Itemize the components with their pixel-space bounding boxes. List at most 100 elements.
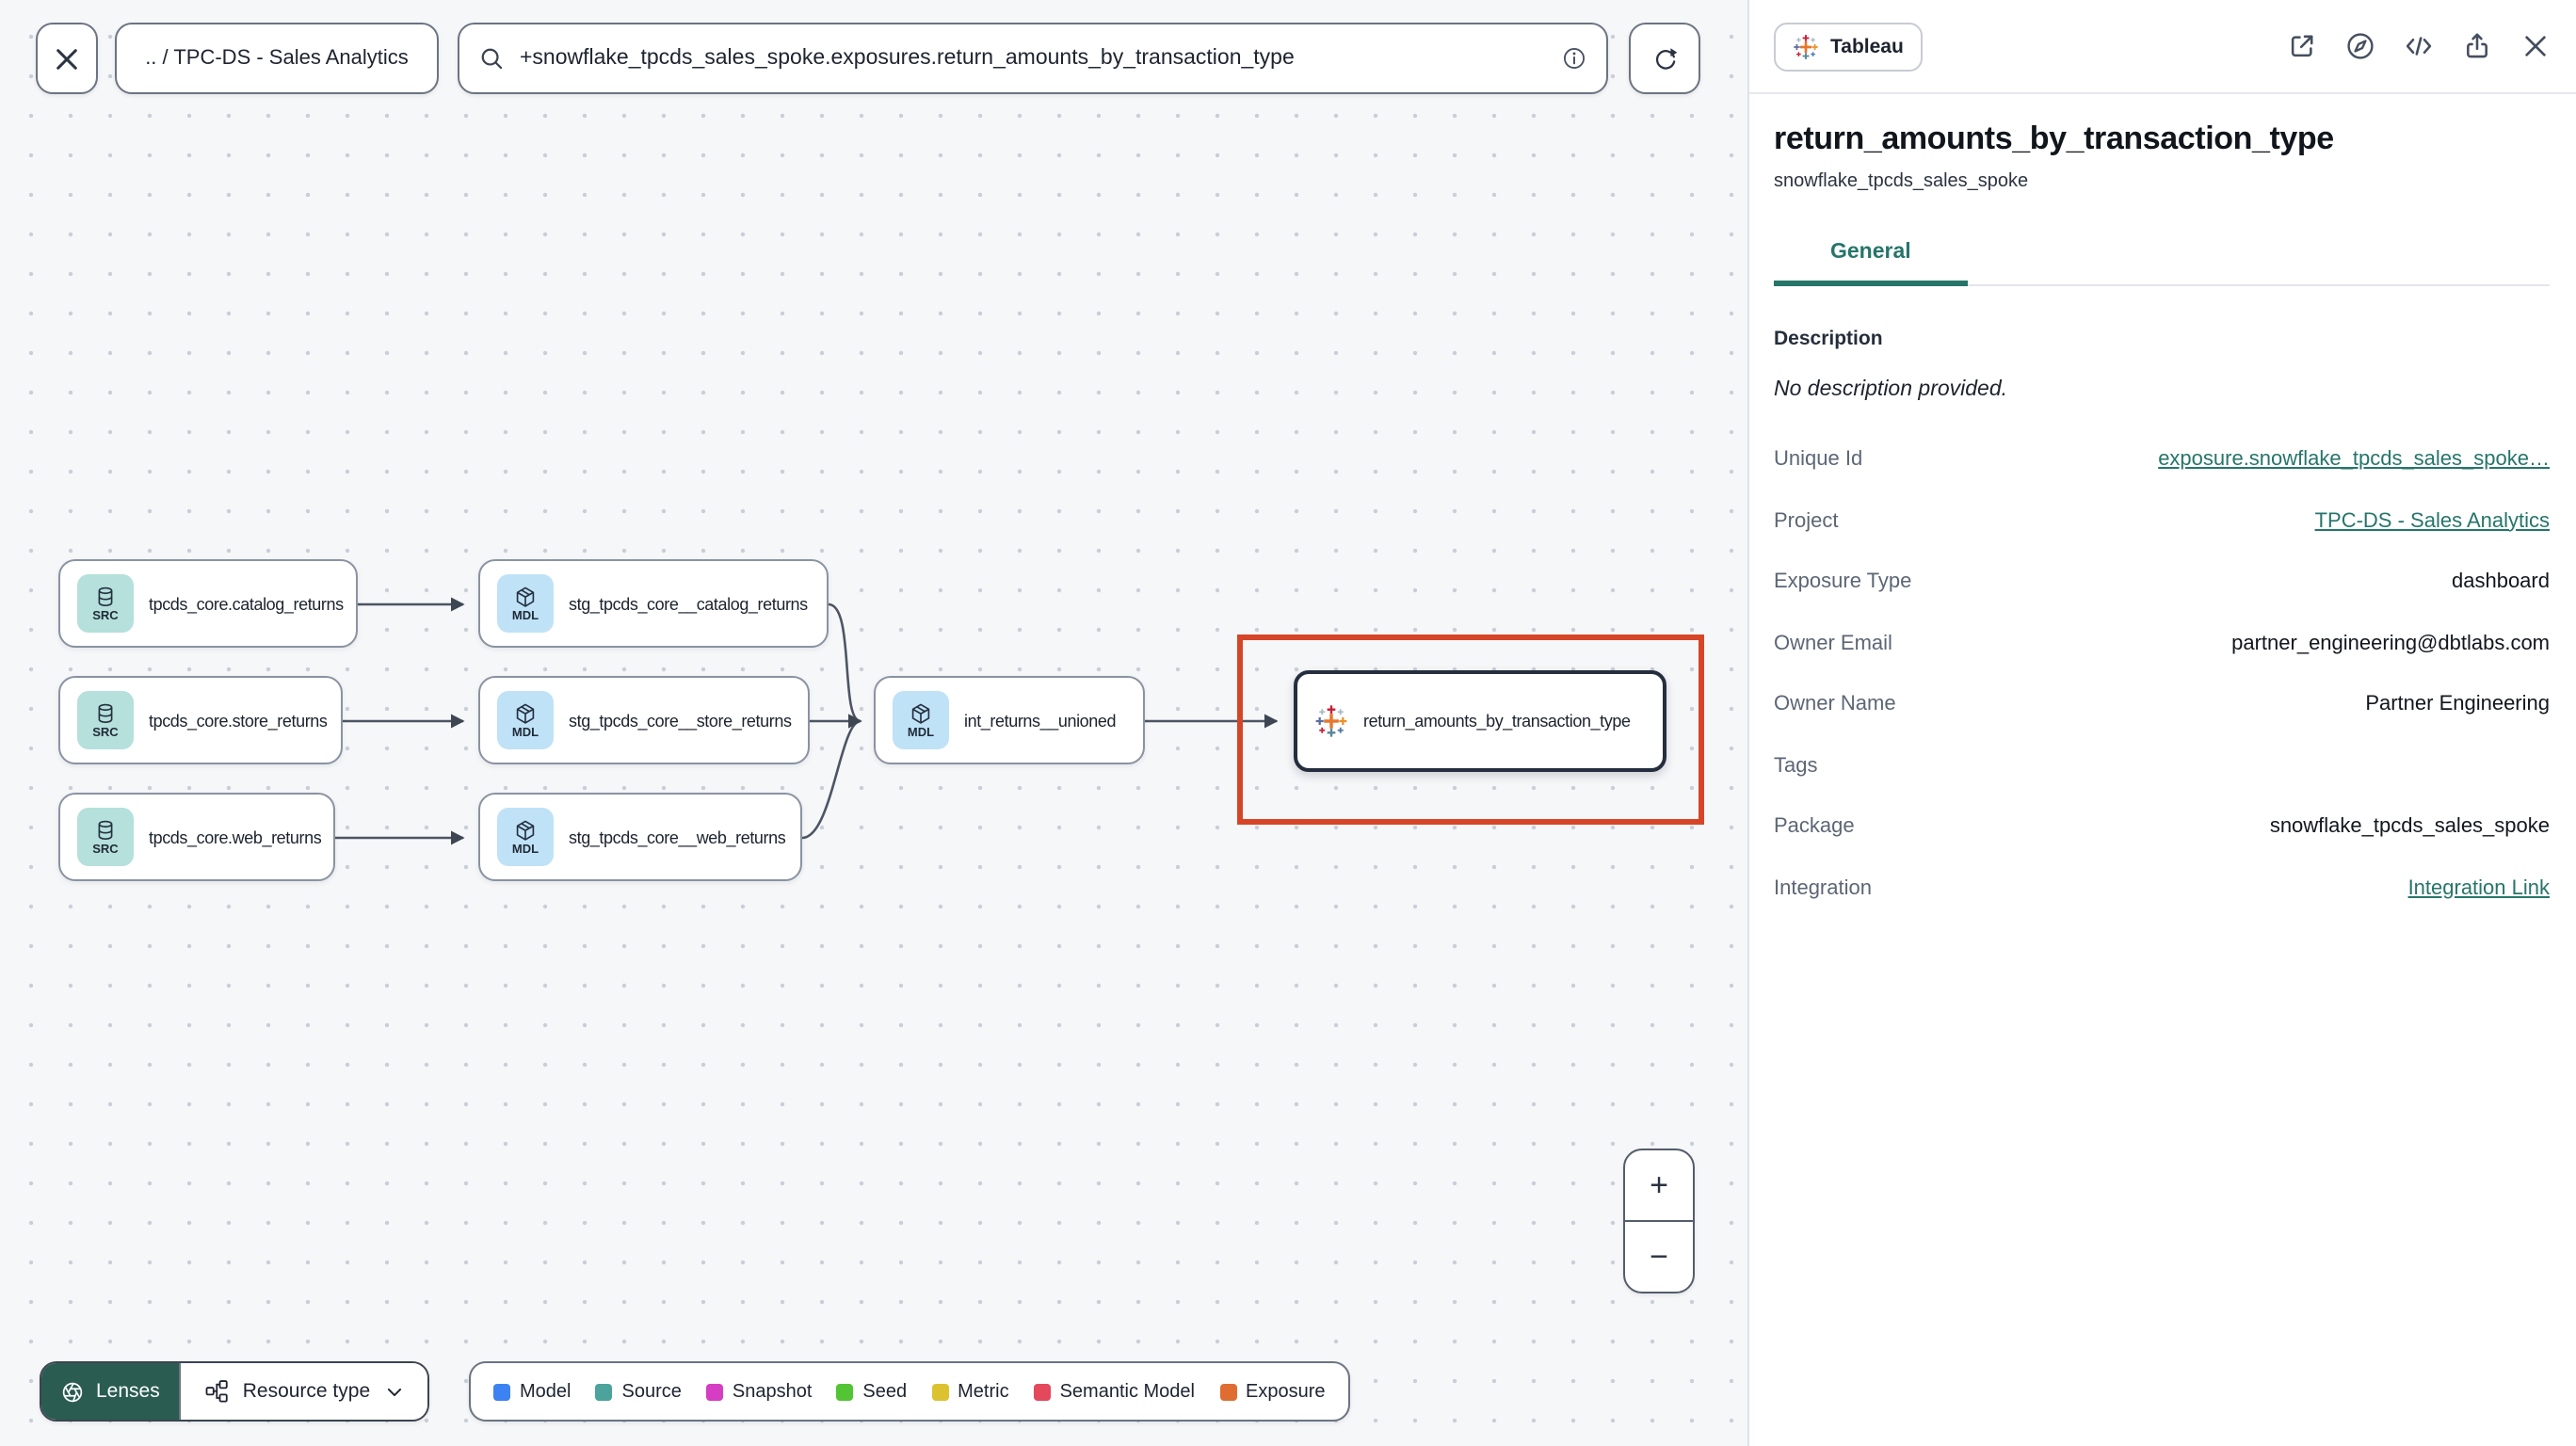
model-badge: MDL	[497, 808, 554, 866]
node-stg-catalog-returns[interactable]: MDL stg_tpcds_core__catalog_returns	[478, 559, 829, 648]
aperture-icon	[62, 1381, 83, 1402]
hierarchy-icon	[205, 1380, 228, 1403]
lenses-label: Lenses	[96, 1380, 160, 1403]
close-icon	[2525, 36, 2546, 56]
breadcrumb-label: .. / TPC-DS - Sales Analytics	[145, 47, 409, 70]
node-label: stg_tpcds_core__store_returns	[569, 711, 792, 730]
field-row-unique-id: Unique Id exposure.snowflake_tpcds_sales…	[1774, 448, 2550, 471]
search-icon	[481, 48, 503, 70]
close-icon	[56, 48, 77, 69]
breadcrumb[interactable]: .. / TPC-DS - Sales Analytics	[115, 23, 439, 94]
node-label: stg_tpcds_core__catalog_returns	[569, 594, 808, 613]
field-row-package: Package snowflake_tpcds_sales_spoke	[1774, 815, 2550, 838]
close-panel-button[interactable]	[2520, 30, 2552, 62]
view-code-button[interactable]	[2403, 30, 2435, 62]
owner-email-value: partner_engineering@dbtlabs.com	[2231, 632, 2550, 654]
tableau-icon	[1793, 33, 1819, 59]
description-heading: Description	[1774, 328, 1883, 350]
source-badge: SRC	[77, 574, 134, 633]
field-row-owner-email: Owner Email partner_engineering@dbtlabs.…	[1774, 632, 2550, 654]
resource-type-label: Resource type	[242, 1380, 371, 1403]
refresh-icon	[1654, 47, 1677, 69]
legend-item-model: Model	[493, 1381, 572, 1402]
zoom-controls: + −	[1623, 1149, 1695, 1293]
open-external-button[interactable]	[2286, 30, 2318, 62]
field-row-owner-name: Owner Name Partner Engineering	[1774, 693, 2550, 715]
legend-swatch	[1033, 1383, 1051, 1400]
lineage-toolbar: .. / TPC-DS - Sales Analytics	[0, 0, 1747, 117]
zoom-in-button[interactable]: +	[1625, 1150, 1693, 1222]
node-int-returns-unioned[interactable]: MDL int_returns__unioned	[874, 676, 1145, 764]
legend-item-snapshot: Snapshot	[705, 1381, 812, 1402]
node-label: tpcds_core.store_returns	[149, 711, 328, 730]
source-badge: SRC	[77, 691, 134, 749]
model-badge: MDL	[497, 691, 554, 749]
share-button[interactable]	[2461, 30, 2493, 62]
unique-id-link[interactable]: exposure.snowflake_tpcds_sales_spoke…	[2158, 448, 2550, 471]
field-row-integration: Integration Integration Link	[1774, 876, 2550, 899]
info-icon[interactable]	[1561, 45, 1587, 72]
tableau-badge-label: Tableau	[1830, 35, 1904, 57]
node-source-store-returns[interactable]: SRC tpcds_core.store_returns	[58, 676, 343, 764]
owner-name-value: Partner Engineering	[2365, 693, 2550, 715]
node-label: return_amounts_by_transaction_type	[1363, 712, 1631, 731]
field-row-tags: Tags	[1774, 754, 1818, 777]
exposure-type-value: dashboard	[2452, 570, 2550, 593]
model-badge: MDL	[893, 691, 949, 749]
source-badge: SRC	[77, 808, 134, 866]
node-source-web-returns[interactable]: SRC tpcds_core.web_returns	[58, 793, 335, 881]
legend-item-seed: Seed	[836, 1381, 907, 1402]
tableau-badge[interactable]: Tableau	[1774, 22, 1923, 71]
integration-link[interactable]: Integration Link	[2408, 876, 2550, 899]
legend-swatch	[705, 1383, 723, 1400]
legend-item-exposure: Exposure	[1219, 1381, 1326, 1402]
legend-swatch	[1219, 1383, 1236, 1400]
lenses-button[interactable]: Lenses	[41, 1363, 179, 1420]
node-exposure-return-amounts[interactable]: return_amounts_by_transaction_type	[1294, 670, 1666, 772]
tab-general[interactable]: General	[1774, 241, 1968, 286]
legend-item-source: Source	[595, 1381, 682, 1402]
share-icon	[2467, 33, 2487, 58]
legend-item-metric: Metric	[931, 1381, 1009, 1402]
panel-tabs: General	[1774, 241, 2550, 286]
legend-item-semantic-model: Semantic Model	[1033, 1381, 1195, 1402]
refresh-lineage-button[interactable]	[1629, 23, 1700, 94]
field-row-exposure-type: Exposure Type dashboard	[1774, 570, 2550, 593]
dbt-lineage-app: .. / TPC-DS - Sales Analytics +snowflake…	[0, 0, 2576, 1446]
resource-package-subtitle: snowflake_tpcds_sales_spoke	[1774, 171, 2029, 192]
project-link[interactable]: TPC-DS - Sales Analytics	[2315, 509, 2550, 532]
search-input[interactable]	[520, 47, 1546, 70]
lens-control-group: Lenses Resource type	[40, 1361, 429, 1422]
explore-button[interactable]	[2344, 30, 2376, 62]
compass-icon	[2347, 33, 2374, 59]
resource-title: return_amounts_by_transaction_type	[1774, 120, 2334, 156]
code-icon	[2406, 37, 2432, 56]
legend-swatch	[595, 1383, 613, 1400]
lineage-canvas[interactable]: .. / TPC-DS - Sales Analytics +snowflake…	[0, 0, 1747, 1446]
node-stg-web-returns[interactable]: MDL stg_tpcds_core__web_returns	[478, 793, 802, 881]
resource-type-legend: Model Source Snapshot Seed Metric Semant…	[469, 1361, 1350, 1422]
model-badge: MDL	[497, 574, 554, 633]
details-panel-body: return_amounts_by_transaction_type snowf…	[1749, 94, 2576, 938]
zoom-out-button[interactable]: −	[1625, 1222, 1693, 1292]
panel-actions	[2286, 30, 2552, 62]
close-lineage-button[interactable]	[36, 23, 98, 94]
lineage-search	[458, 23, 1608, 94]
node-source-catalog-returns[interactable]: SRC tpcds_core.catalog_returns	[58, 559, 358, 648]
node-label: tpcds_core.catalog_returns	[149, 594, 344, 613]
description-value: No description provided.	[1774, 378, 2008, 401]
legend-swatch	[931, 1383, 949, 1400]
node-label: tpcds_core.web_returns	[149, 827, 322, 846]
details-panel: Tableau return_amounts_by_transaction_ty…	[1747, 0, 2576, 1446]
node-label: stg_tpcds_core__web_returns	[569, 827, 786, 846]
field-list: Unique Id exposure.snowflake_tpcds_sales…	[1774, 448, 2550, 899]
node-stg-store-returns[interactable]: MDL stg_tpcds_core__store_returns	[478, 676, 810, 764]
details-panel-header: Tableau	[1749, 0, 2576, 94]
legend-swatch	[836, 1383, 854, 1400]
package-value: snowflake_tpcds_sales_spoke	[2269, 815, 2550, 838]
field-row-project: Project TPC-DS - Sales Analytics	[1774, 509, 2550, 532]
external-link-icon	[2291, 35, 2313, 57]
resource-type-dropdown[interactable]: Resource type	[178, 1363, 427, 1420]
legend-swatch	[493, 1383, 510, 1400]
node-label: int_returns__unioned	[964, 711, 1117, 730]
